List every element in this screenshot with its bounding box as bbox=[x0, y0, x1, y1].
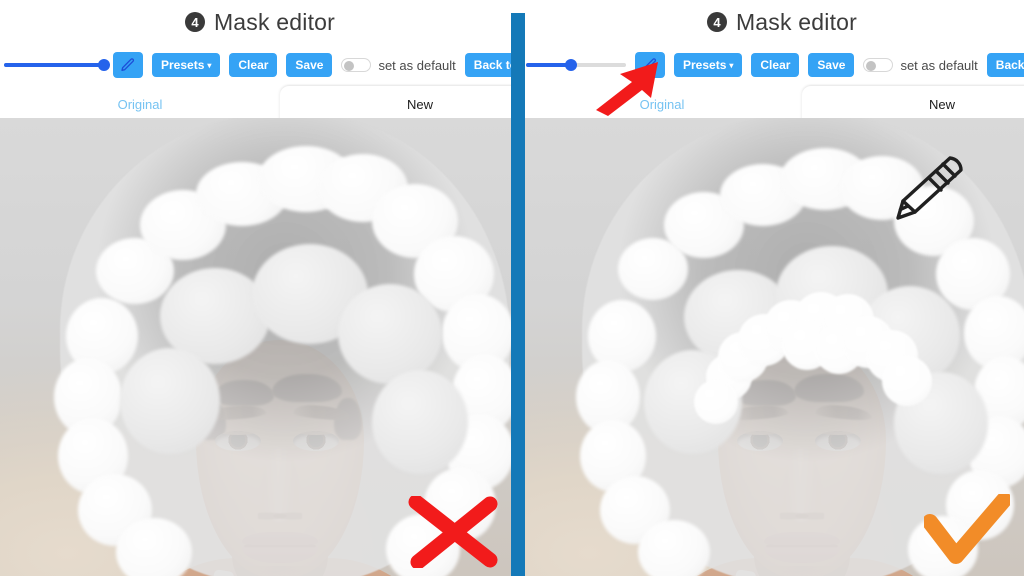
left-comparison-panel: 4 Mask editor Presets ▾ Clear Save set a… bbox=[0, 0, 512, 576]
set-as-default-label: set as default bbox=[378, 57, 456, 73]
set-as-default-control[interactable]: set as default bbox=[341, 57, 456, 73]
tab-new[interactable]: New bbox=[802, 86, 1024, 122]
set-as-default-label: set as default bbox=[900, 57, 978, 73]
clear-button[interactable]: Clear bbox=[751, 53, 800, 77]
chevron-down-icon: ▾ bbox=[207, 60, 212, 70]
presets-button[interactable]: Presets ▾ bbox=[152, 53, 221, 77]
save-button[interactable]: Save bbox=[808, 53, 855, 77]
clear-button[interactable]: Clear bbox=[229, 53, 278, 77]
slider-fill bbox=[4, 63, 104, 67]
page-title: 4 Mask editor bbox=[184, 8, 336, 36]
slider-thumb[interactable] bbox=[565, 59, 577, 71]
editor-toolbar: Presets ▾ Clear Save set as default Back … bbox=[0, 48, 512, 82]
app-title-text: Mask editor bbox=[213, 8, 336, 35]
presets-label: Presets bbox=[161, 58, 205, 72]
page-title-right: 4 Mask editor bbox=[706, 8, 858, 36]
brush-size-slider[interactable] bbox=[4, 58, 110, 72]
chevron-down-icon: ▾ bbox=[729, 60, 734, 70]
presets-label: Presets bbox=[683, 58, 727, 72]
app-title-text: Mask editor bbox=[735, 8, 858, 35]
back-to-edit-button[interactable]: Back to edit bbox=[464, 53, 512, 77]
brush-dab bbox=[694, 380, 738, 424]
comparison-tabs: Original New bbox=[0, 86, 512, 122]
set-as-default-toggle[interactable] bbox=[863, 58, 894, 72]
app-header: 4 Mask editor bbox=[0, 0, 512, 44]
presets-button[interactable]: Presets ▾ bbox=[674, 53, 743, 77]
red-x-mark bbox=[408, 494, 498, 573]
save-button[interactable]: Save bbox=[286, 53, 333, 77]
back-to-edit-button[interactable]: Back to edit bbox=[986, 53, 1024, 77]
brush-dab bbox=[882, 356, 932, 406]
set-as-default-control[interactable]: set as default bbox=[863, 57, 978, 73]
tab-new[interactable]: New bbox=[280, 86, 512, 122]
brush-tool-button[interactable] bbox=[113, 52, 143, 78]
app-header-right: 4 Mask editor bbox=[522, 0, 1024, 44]
tab-original[interactable]: Original bbox=[0, 86, 280, 122]
set-as-default-toggle[interactable] bbox=[341, 58, 372, 72]
panel-divider bbox=[511, 13, 525, 576]
step-number-badge: 4 bbox=[184, 12, 205, 32]
pencil-icon bbox=[120, 57, 136, 73]
slider-thumb[interactable] bbox=[98, 59, 110, 71]
screenshot-root: 4 Mask editor Presets ▾ Clear Save set a… bbox=[0, 0, 1024, 576]
orange-check-mark bbox=[922, 492, 1012, 571]
red-arrow-annotation bbox=[588, 60, 662, 123]
toggle-knob bbox=[866, 61, 877, 71]
toggle-knob bbox=[344, 61, 355, 71]
step-number-badge: 4 bbox=[706, 12, 727, 32]
pencil-doodle-annotation bbox=[890, 152, 968, 231]
tab-original[interactable]: Original bbox=[522, 86, 802, 122]
